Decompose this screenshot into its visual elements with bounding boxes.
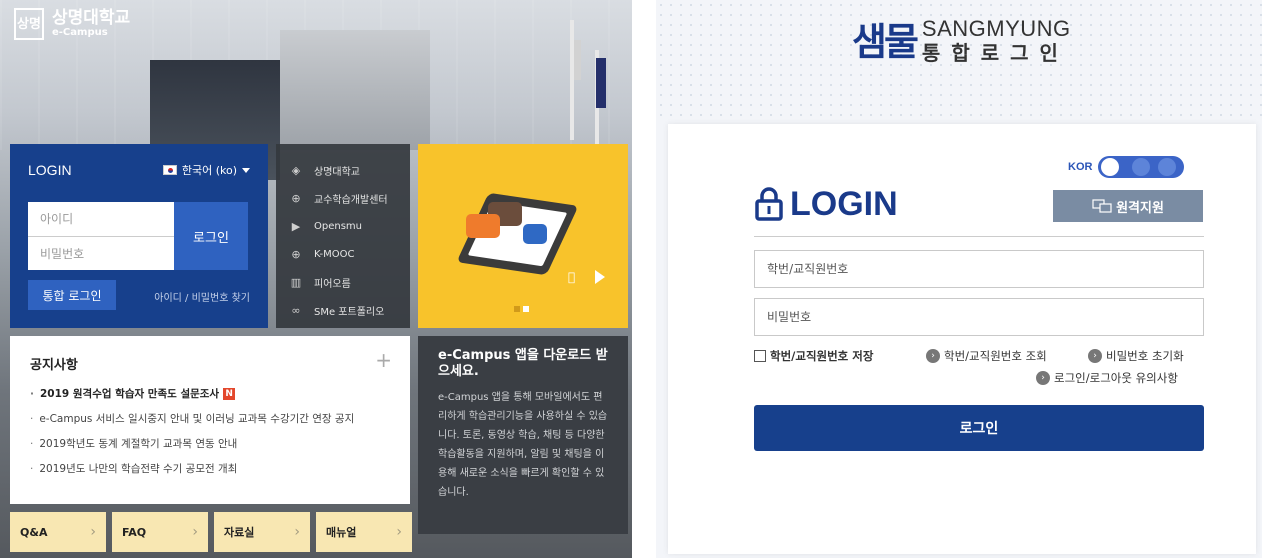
- globe-icon: ⊕: [291, 191, 301, 205]
- app-promo-banner[interactable]: : [418, 144, 628, 328]
- login-notice-link[interactable]: › 로그인/로그아웃 유의사항: [1036, 370, 1178, 386]
- toggle-dot: [1158, 158, 1177, 176]
- arrow-right-icon: ›: [1088, 349, 1102, 363]
- language-label: 한국어 (ko): [181, 164, 237, 177]
- app-download-text: e-Campus 앱을 다운로드 받으세요. e-Campus 앱을 통해 모바…: [418, 336, 628, 534]
- login-box: LOGIN 한국어 (ko) 아이디 비밀번호 로그인 통합 로그인 아이디 /…: [10, 144, 268, 328]
- notice-item[interactable]: · 2019학년도 동계 계절학기 교과목 연동 안내: [30, 436, 400, 461]
- integrated-login-button[interactable]: 통합 로그인: [28, 280, 116, 310]
- ecampus-page: 상명 상명대학교 e-Campus LOGIN 한국어 (ko) 아이디 비밀번…: [0, 0, 632, 558]
- background-flagpole: [570, 20, 574, 140]
- remote-support-button[interactable]: 원격지원: [1053, 190, 1203, 222]
- background-building-wall: [280, 30, 430, 150]
- password-input[interactable]: 비밀번호: [754, 298, 1204, 336]
- chevron-right-icon: ›: [90, 524, 96, 540]
- link-kmooc[interactable]: ⊕ K-MOOC: [276, 240, 410, 268]
- link-peer[interactable]: ▥ 피어오름: [276, 268, 410, 296]
- brand-mark: 샘물: [852, 20, 919, 64]
- divider: [754, 236, 1204, 237]
- crosshair-icon: ⊕: [291, 247, 301, 261]
- bottom-tabs: Q&A › FAQ › 자료실 › 매뉴얼 ›: [10, 512, 412, 552]
- arrow-right-icon: ›: [926, 349, 940, 363]
- arrow-right-icon: ›: [1036, 371, 1050, 385]
- chat-bubble-icon: [466, 214, 500, 238]
- toggle-dot: [1132, 158, 1151, 176]
- book-icon: ▥: [290, 275, 302, 289]
- reset-password-link[interactable]: › 비밀번호 초기화: [1088, 348, 1184, 364]
- login-options: 학번/교직원번호 저장 › 학번/교직원번호 조회 › 비밀번호 초기화 › 로…: [754, 348, 1204, 388]
- link-teaching-center[interactable]: ⊕ 교수학습개발센터: [276, 184, 410, 212]
- language-label: KOR: [1068, 161, 1093, 173]
- logo-subtitle: e-Campus: [52, 27, 108, 38]
- logo-mark: 상명: [14, 8, 44, 40]
- brand-korean: 통합로그인: [921, 41, 1069, 65]
- background-flag: [573, 40, 581, 80]
- lock-icon: [755, 187, 783, 221]
- monitor-icon: [1092, 199, 1112, 213]
- plus-icon[interactable]: +: [375, 350, 392, 370]
- tab-qna[interactable]: Q&A ›: [10, 512, 106, 552]
- apple-icon: : [568, 270, 575, 284]
- login-title: LOGIN: [790, 185, 898, 223]
- korea-flag-icon: [162, 165, 177, 175]
- tab-manual[interactable]: 매뉴얼 ›: [316, 512, 412, 552]
- link-opensmu[interactable]: ▶ Opensmu: [276, 212, 410, 240]
- save-id-checkbox[interactable]: 학번/교직원번호 저장: [754, 348, 873, 364]
- toggle-knob: [1101, 158, 1120, 176]
- background-flag: [596, 58, 606, 108]
- login-button[interactable]: 로그인: [174, 202, 248, 270]
- slider-dot[interactable]: [514, 306, 520, 312]
- brand-english: SANGMYUNG: [921, 16, 1071, 41]
- ecampus-logo[interactable]: 상명 상명대학교 e-Campus: [14, 8, 130, 40]
- language-toggle[interactable]: KOR: [1068, 156, 1204, 178]
- link-university[interactable]: ◈ 상명대학교: [276, 156, 410, 184]
- notice-panel: 공지사항 + · 2019 원격수업 학습자 만족도 설문조사 N · e-Campu…: [10, 336, 410, 504]
- slider-dot[interactable]: [523, 306, 529, 312]
- new-badge: N: [223, 388, 236, 400]
- quick-links: ◈ 상명대학교 ⊕ 교수학습개발센터 ▶ Opensmu ⊕ K-MOOC ▥ …: [276, 144, 410, 328]
- login-title: LOGIN: [28, 162, 72, 178]
- sso-brand-logo: 샘물 SANGMYUNG 통합로그인: [852, 18, 1071, 66]
- find-id-password-link[interactable]: 아이디 / 비밀번호 찾기: [154, 289, 250, 304]
- tab-faq[interactable]: FAQ ›: [112, 512, 208, 552]
- app-description: e-Campus 앱을 통해 모바일에서도 편리하게 학습관리기능을 사용하실 …: [438, 392, 608, 498]
- sso-login-button[interactable]: 로그인: [754, 405, 1204, 451]
- notice-item[interactable]: · 2019년도 나만의 학습전략 수기 공모전 개최: [30, 461, 400, 486]
- slider-dots: [514, 306, 529, 312]
- language-selector[interactable]: 한국어 (ko): [162, 162, 250, 178]
- link-portfolio[interactable]: ∞ SMe 포트폴리오: [276, 296, 410, 324]
- password-input[interactable]: 비밀번호: [28, 236, 174, 270]
- language-switch[interactable]: [1098, 156, 1185, 178]
- layers-icon: ◈: [291, 163, 301, 177]
- chevron-right-icon: ›: [192, 524, 198, 540]
- chevron-down-icon: [242, 167, 250, 173]
- id-input[interactable]: 아이디: [28, 202, 174, 236]
- login-heading: LOGIN: [754, 184, 898, 224]
- notice-title: 공지사항: [30, 358, 78, 373]
- app-heading: e-Campus 앱을 다운로드 받으세요.: [438, 348, 608, 379]
- tab-archive[interactable]: 자료실 ›: [214, 512, 310, 552]
- lookup-id-link[interactable]: › 학번/교직원번호 조회: [926, 348, 1047, 364]
- sso-page: 샘물 SANGMYUNG 통합로그인 KOR LOGIN 원격지원 학번/교직원…: [656, 0, 1262, 558]
- logo-university-name: 상명대학교: [52, 8, 131, 28]
- link-icon: ∞: [291, 303, 301, 317]
- login-card: KOR LOGIN 원격지원 학번/교직원번호 비밀번호 학번/교직원번호 저장…: [668, 124, 1256, 554]
- google-play-icon: [595, 270, 605, 284]
- play-icon: ▶: [291, 219, 301, 233]
- notice-item[interactable]: · e-Campus 서비스 일시중지 안내 및 이러닝 교과목 수강기간 연장 …: [30, 411, 400, 436]
- chevron-right-icon: ›: [396, 524, 402, 540]
- chevron-right-icon: ›: [294, 524, 300, 540]
- chat-bubble-icon: [523, 224, 547, 244]
- checkbox-icon[interactable]: [754, 350, 766, 362]
- notice-item[interactable]: · 2019 원격수업 학습자 만족도 설문조사 N: [30, 386, 400, 411]
- student-id-input[interactable]: 학번/교직원번호: [754, 250, 1204, 288]
